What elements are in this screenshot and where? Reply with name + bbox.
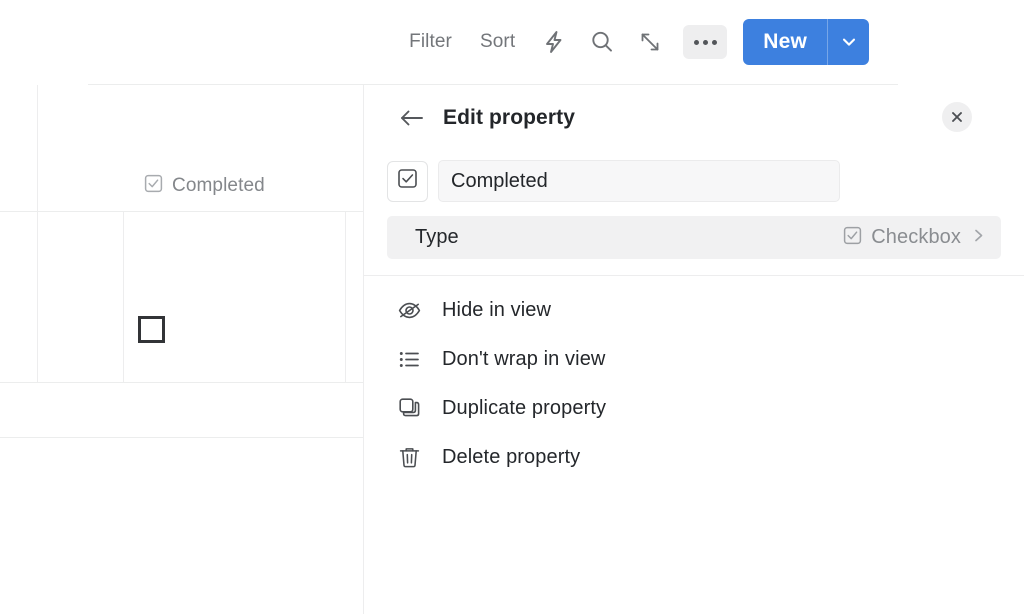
table-column-header-label: Completed (172, 175, 265, 197)
property-name-input[interactable] (438, 160, 840, 202)
table-row-divider (0, 437, 363, 438)
table-cell-checkbox[interactable] (138, 316, 165, 343)
trash-icon (396, 445, 422, 471)
table-column-divider (345, 211, 346, 382)
menu-item-hide-in-view[interactable]: Hide in view (364, 286, 1024, 335)
sort-button[interactable]: Sort (474, 27, 521, 57)
copy-icon (396, 396, 422, 422)
chevron-right-icon (970, 227, 987, 249)
menu-item-duplicate-property[interactable]: Duplicate property (364, 384, 1024, 433)
edit-property-panel: Edit property (363, 85, 1024, 614)
property-type-label: Type (415, 226, 459, 249)
property-type-value: Checkbox (843, 226, 987, 250)
ellipsis-dot (703, 40, 708, 45)
table-column-divider (123, 211, 124, 382)
table-row-divider (0, 211, 363, 212)
table-grid: Completed (0, 85, 363, 614)
more-options-button[interactable] (683, 25, 727, 59)
top-toolbar: Filter Sort (0, 0, 1024, 84)
ellipsis-dot (712, 40, 717, 45)
app-screen: Filter Sort (0, 0, 1024, 614)
property-actions-menu: Hide in view (364, 276, 1024, 482)
menu-item-label: Don't wrap in view (442, 348, 605, 371)
menu-item-dont-wrap-in-view[interactable]: Don't wrap in view (364, 335, 1024, 384)
ellipsis-dot (694, 40, 699, 45)
lightning-bolt-icon[interactable] (537, 25, 571, 59)
page-title: Edit property (443, 106, 575, 130)
arrow-left-icon[interactable] (397, 103, 427, 133)
menu-item-label: Duplicate property (442, 397, 606, 420)
new-button[interactable]: New (743, 19, 827, 65)
property-type-row[interactable]: Type Checkbox (387, 216, 1001, 259)
checkbox-icon (144, 174, 163, 198)
menu-item-label: Delete property (442, 446, 580, 469)
panel-header: Edit property (364, 85, 1024, 150)
list-icon (396, 347, 422, 373)
close-icon[interactable] (942, 102, 972, 132)
eye-off-icon (396, 298, 422, 324)
table-column-header-completed[interactable]: Completed (144, 174, 265, 198)
checkbox-icon (397, 168, 418, 194)
menu-item-delete-property[interactable]: Delete property (364, 433, 1024, 482)
menu-item-label: Hide in view (442, 299, 551, 322)
property-name-row (364, 160, 1024, 202)
property-type-icon-button[interactable] (387, 161, 428, 202)
table-column-divider (37, 85, 38, 382)
checkbox-icon (843, 226, 862, 250)
table-row-divider (0, 382, 363, 383)
new-dropdown-button[interactable] (828, 19, 869, 65)
search-icon[interactable] (585, 25, 619, 59)
new-button-group[interactable]: New (743, 19, 869, 65)
expand-arrows-icon[interactable] (633, 25, 667, 59)
filter-button[interactable]: Filter (403, 27, 458, 57)
property-type-value-text: Checkbox (871, 226, 961, 249)
